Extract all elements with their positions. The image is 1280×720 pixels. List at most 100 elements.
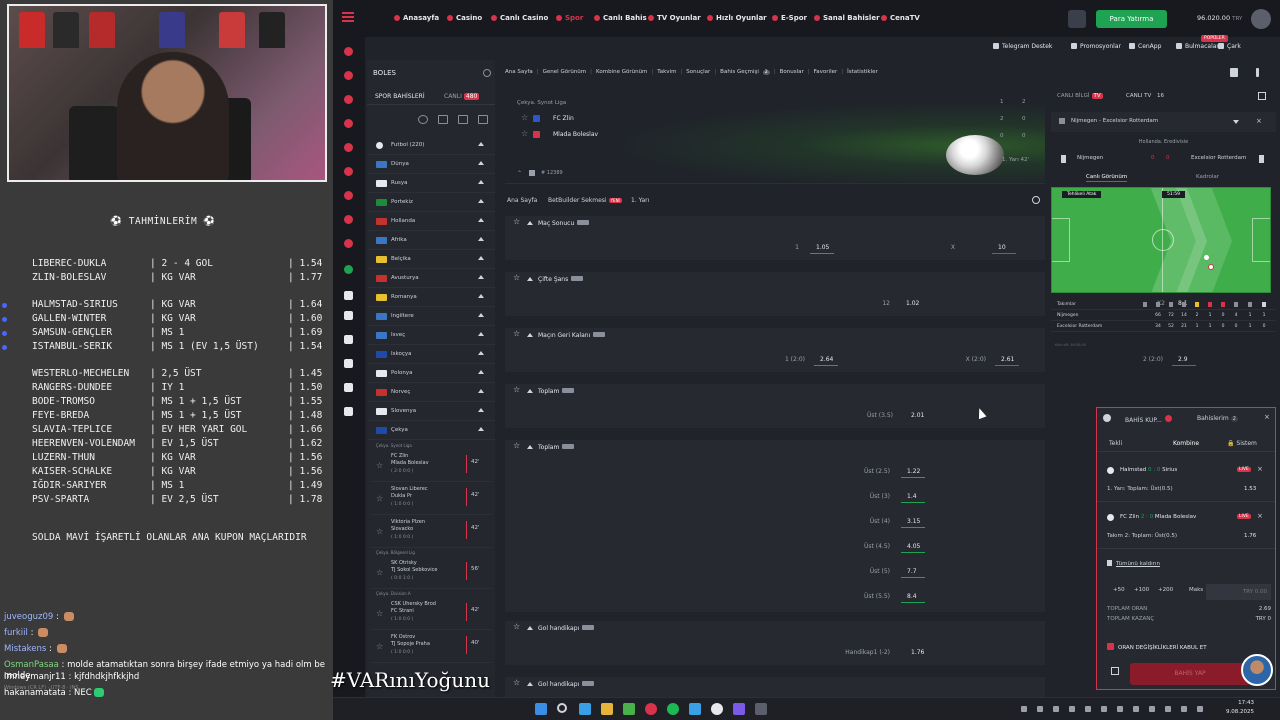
grid-view-icon[interactable] <box>478 115 488 124</box>
stake-input[interactable] <box>1206 584 1271 600</box>
chat-username[interactable]: OsmanPasaa <box>4 660 59 670</box>
sport-icon[interactable] <box>344 265 353 274</box>
tray-icon[interactable] <box>1133 706 1139 712</box>
discord-icon[interactable] <box>733 703 745 715</box>
place-bet-button[interactable]: BAHİS YAP <box>1130 663 1250 685</box>
sidebar-football[interactable]: Futbol (220) <box>367 136 495 155</box>
sidebar-country[interactable]: Afrika <box>367 231 495 250</box>
list-view-icon[interactable] <box>438 115 448 124</box>
star-icon[interactable]: ☆ <box>521 113 528 122</box>
star-icon[interactable]: ☆ <box>513 441 520 450</box>
sport-icon[interactable] <box>344 47 353 56</box>
odd-button[interactable]: 3.15 <box>907 518 920 525</box>
sport-icon[interactable] <box>344 291 353 300</box>
search-icon[interactable] <box>557 703 567 713</box>
tab-betslip[interactable]: BAHİS KUP... <box>1125 415 1172 424</box>
odd-button[interactable]: 1.4 <box>907 493 917 500</box>
stats-icon[interactable] <box>529 170 535 176</box>
quick-stake-button[interactable]: +200 <box>1158 587 1173 593</box>
star-icon[interactable]: ☆ <box>513 385 520 394</box>
chrome-icon[interactable] <box>711 703 723 715</box>
sidebar-search-text[interactable]: BOLES <box>373 69 396 77</box>
market-header[interactable]: ☆ Toplam <box>505 440 1045 454</box>
odd-button[interactable]: 2.64 <box>820 356 833 363</box>
breadcrumb-item[interactable]: Ana Sayfa <box>505 69 533 75</box>
tab-lineups[interactable]: Kadrolar <box>1196 174 1219 180</box>
odd-button[interactable]: 2.9 <box>1178 356 1188 363</box>
sidebar-country[interactable]: Çekya <box>367 421 495 440</box>
tray-icon[interactable] <box>1069 706 1075 712</box>
breadcrumb-item[interactable]: İstatistikler <box>847 69 878 75</box>
nav-item[interactable]: Anasayfa <box>394 14 439 22</box>
chevron-up-icon[interactable] <box>527 626 533 630</box>
quick-stake-button[interactable]: +50 <box>1113 587 1125 593</box>
sidebar-country[interactable]: Hollanda <box>367 212 495 231</box>
sidebar-country[interactable]: Dünya <box>367 155 495 174</box>
chevron-up-icon[interactable] <box>527 389 533 393</box>
tab-live-info[interactable]: CANLI BİLGİ TV <box>1057 93 1103 99</box>
notepad-icon[interactable] <box>623 703 635 715</box>
market-header[interactable]: ☆ Çifte Şans <box>505 272 1045 286</box>
share-icon[interactable] <box>1111 667 1119 675</box>
market-header[interactable]: ☆ Maç Sonucu <box>505 216 1045 230</box>
market-header[interactable]: ☆ Toplam <box>505 384 1045 398</box>
avatar[interactable] <box>1251 9 1271 29</box>
clock-date[interactable]: 9.08.2025 <box>1218 709 1254 715</box>
breadcrumb-item[interactable]: Sonuçlar <box>686 69 710 75</box>
breadcrumb-item[interactable]: Bonuslar <box>780 69 804 75</box>
battery-icon[interactable] <box>1197 706 1203 712</box>
odd-button[interactable]: 1.22 <box>907 468 920 475</box>
sidebar-match[interactable]: ☆ Slovan Liberec Dukla Pr ( 1:0 0:0 ) 42' <box>370 484 492 515</box>
chevron-up-icon[interactable] <box>527 682 533 686</box>
tab-main[interactable]: Ana Sayfa <box>507 197 537 204</box>
nav-item[interactable]: Canlı Casino <box>491 14 548 22</box>
nav-item[interactable]: E-Spor <box>772 14 807 22</box>
chat-username[interactable]: juveoguz09 <box>4 612 53 622</box>
sidebar-country[interactable]: Iskoçya <box>367 345 495 364</box>
market-header[interactable]: ☆ Maçın Geri Kalanı <box>505 328 1045 342</box>
subnav-item[interactable]: CenApp <box>1129 43 1161 50</box>
breadcrumb-item[interactable]: Genel Görünüm <box>543 69 587 75</box>
quick-stake-button[interactable]: +100 <box>1134 587 1149 593</box>
star-icon[interactable]: ☆ <box>376 527 383 536</box>
sidebar-match[interactable]: ☆ CSK Uhersky Brod FC Strani ( 1:0 0:0 ) 42' <box>370 599 492 630</box>
chevron-up-icon[interactable] <box>527 221 533 225</box>
sidebar-country[interactable]: Norveç <box>367 383 495 402</box>
spotify-icon[interactable] <box>667 703 679 715</box>
tab-live[interactable]: CANLI 480 <box>444 93 480 100</box>
chevron-up-icon[interactable] <box>527 445 533 449</box>
sport-icon[interactable] <box>344 407 353 416</box>
tab-sports[interactable]: SPOR BAHİSLERİ <box>375 93 425 100</box>
wifi-icon[interactable] <box>1165 706 1171 712</box>
gear-icon[interactable] <box>1103 414 1111 422</box>
app-icon[interactable] <box>689 703 701 715</box>
chevron-up-icon[interactable] <box>527 333 533 337</box>
nav-item[interactable]: Casino <box>447 14 482 22</box>
chevron-up-icon[interactable] <box>527 277 533 281</box>
obs-icon[interactable] <box>755 703 767 715</box>
star-icon[interactable]: ☆ <box>513 678 520 687</box>
chevron-down-icon[interactable] <box>1233 120 1239 124</box>
sport-icon[interactable] <box>344 167 353 176</box>
sport-icon[interactable] <box>344 191 353 200</box>
star-icon[interactable]: ☆ <box>513 329 520 338</box>
sidebar-match[interactable]: ☆ FC Zlin Mlada Boleslav ( 2:0 0:0 ) 42' <box>370 451 492 482</box>
chat-username[interactable]: furkiil <box>4 628 28 638</box>
globe-icon[interactable] <box>418 115 428 124</box>
support-agent-avatar[interactable] <box>1241 654 1273 686</box>
bet-type-combo[interactable]: Kombine <box>1173 440 1199 447</box>
star-icon[interactable]: ☆ <box>513 217 520 226</box>
odd-button[interactable]: 2.01 <box>911 412 924 419</box>
sidebar-country[interactable]: Romanya <box>367 288 495 307</box>
odd-button[interactable]: 1.76 <box>911 649 924 656</box>
sidebar-match[interactable]: ☆ Viktoria Plzen Slovacko ( 1:0 0:0 ) 42' <box>370 517 492 548</box>
close-icon[interactable]: × <box>1256 117 1262 125</box>
nav-item[interactable]: Sanal Bahisler <box>814 14 880 22</box>
sidebar-country[interactable]: Ingiltere <box>367 307 495 326</box>
deposit-button[interactable]: Para Yatırma <box>1096 10 1167 28</box>
sport-icon[interactable] <box>344 119 353 128</box>
star-icon[interactable]: ☆ <box>376 609 383 618</box>
clock-time[interactable]: 17:43 <box>1218 700 1254 706</box>
sidebar-country[interactable]: Portekiz <box>367 193 495 212</box>
tab-my-bets[interactable]: Bahislerim 2 <box>1197 415 1238 422</box>
